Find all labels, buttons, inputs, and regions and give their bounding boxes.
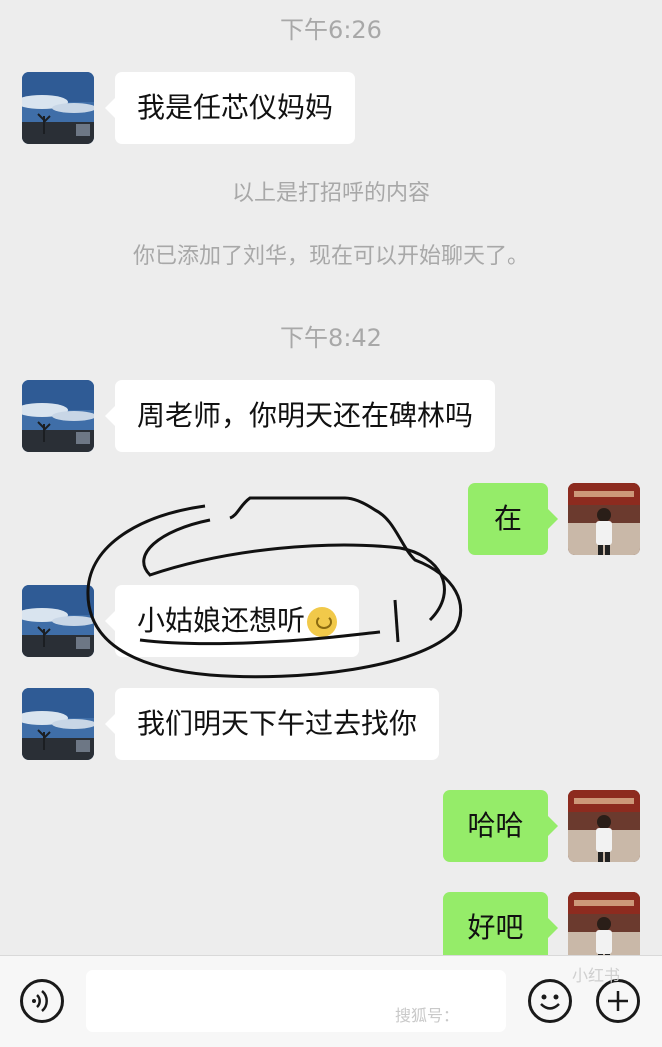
contact-avatar[interactable]	[22, 585, 94, 657]
system-message: 你已添加了刘华，现在可以开始聊天了。	[132, 244, 529, 269]
facepalm-emoji-icon	[307, 607, 338, 637]
chat-input-bar: 搜狐号： 小红书	[0, 955, 662, 1047]
system-message: 以上是打招呼的内容	[231, 181, 430, 206]
chat-area: 下午6:26 我是任芯仪妈妈 以上是打招呼的内容 你已添加了刘华，现在可以开始聊…	[0, 0, 662, 964]
message-bubble-incoming[interactable]: 我是任芯仪妈妈	[104, 72, 356, 144]
message-text: 小姑娘还想听	[137, 604, 306, 637]
voice-icon[interactable]	[20, 979, 64, 1023]
message-bubble-incoming[interactable]: 小姑娘还想听	[104, 585, 360, 657]
my-avatar[interactable]	[568, 892, 640, 964]
timestamp: 下午8:42	[280, 324, 382, 352]
emoji-icon[interactable]	[528, 979, 572, 1023]
contact-avatar[interactable]	[22, 688, 94, 760]
watermark-brand: 小红书	[572, 966, 621, 985]
message-bubble-outgoing[interactable]: 哈哈	[443, 790, 558, 862]
my-avatar[interactable]	[568, 790, 640, 862]
contact-avatar[interactable]	[22, 380, 94, 452]
watermark: 搜狐号：	[395, 1006, 460, 1025]
message-bubble-outgoing[interactable]: 好吧	[443, 892, 558, 964]
message-bubble-incoming[interactable]: 我们明天下午过去找你	[104, 688, 440, 760]
timestamp: 下午6:26	[280, 16, 382, 44]
message-bubble-incoming[interactable]: 周老师，你明天还在碑林吗	[104, 380, 496, 452]
message-bubble-outgoing[interactable]: 在	[468, 483, 558, 555]
contact-avatar[interactable]	[22, 72, 94, 144]
my-avatar[interactable]	[568, 483, 640, 555]
